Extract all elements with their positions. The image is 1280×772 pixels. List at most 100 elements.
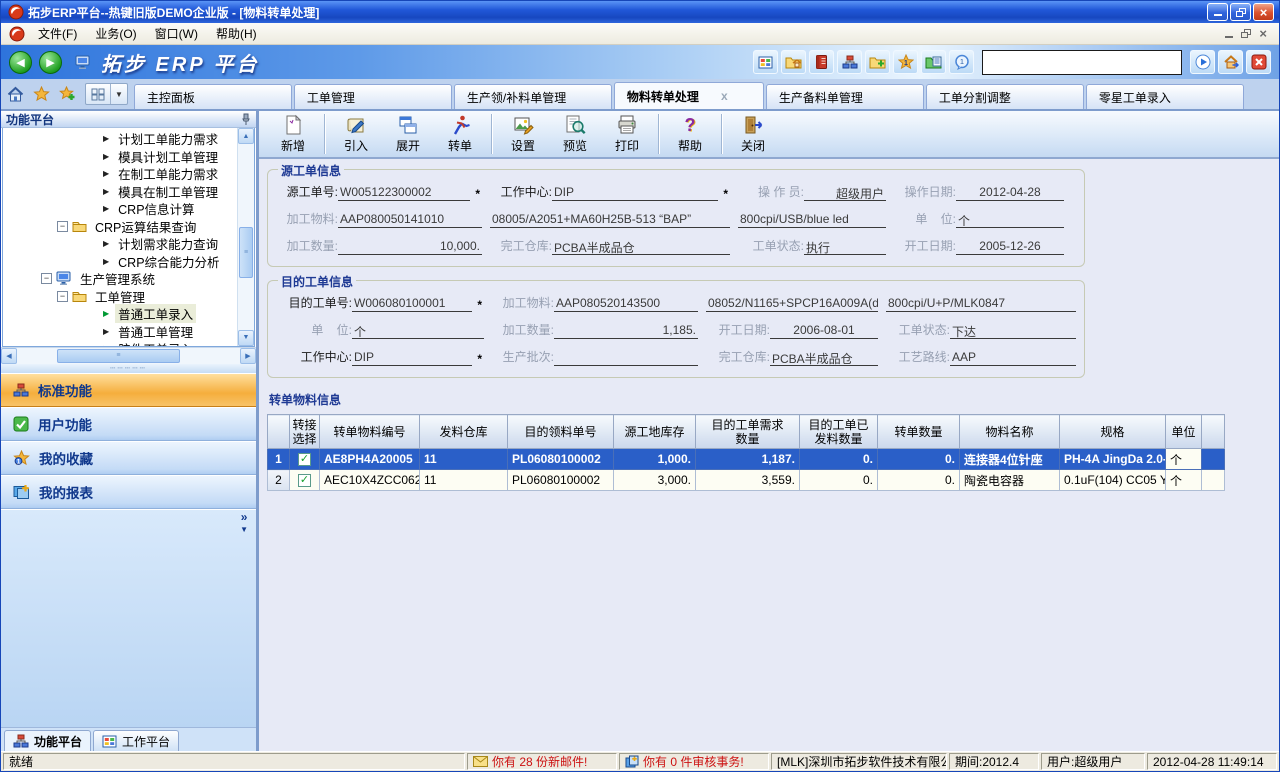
close-button[interactable]: ×: [1253, 3, 1274, 21]
star-badge-icon[interactable]: 1: [893, 50, 918, 74]
panel-标准功能[interactable]: 标准功能: [1, 373, 256, 407]
tree-item-工单管理[interactable]: −工单管理: [3, 288, 237, 306]
tab-生产领/补料单管理[interactable]: 生产领/补料单管理: [454, 84, 612, 109]
panel-用户功能[interactable]: 用户功能: [1, 407, 256, 441]
vertical-scroll-thumb[interactable]: ≡: [239, 227, 253, 277]
field-value[interactable]: 2006-08-01: [770, 323, 878, 339]
menu-item-1[interactable]: 业务(O): [86, 23, 145, 44]
toolbar-button-新增[interactable]: 新增: [267, 112, 319, 156]
column-header-unit[interactable]: 单位: [1166, 415, 1202, 449]
checkbox-checked-icon[interactable]: ✓: [298, 474, 311, 487]
mdi-close-button[interactable]: ×: [1259, 27, 1267, 40]
star-icon[interactable]: [33, 86, 50, 102]
column-header-demand[interactable]: 目的工单需求 数量: [696, 415, 800, 449]
field-value[interactable]: 个: [352, 323, 484, 339]
field-value[interactable]: 800cpi/U+P/MLK0847: [886, 296, 1076, 312]
toolbar-button-设置[interactable]: 设置: [497, 112, 549, 156]
sidebar-splitter[interactable]: ┄┄┄┄┄: [1, 364, 256, 373]
column-header-code[interactable]: 转单物料编号: [320, 415, 420, 449]
star-add-icon[interactable]: [59, 86, 76, 102]
field-value[interactable]: PCBA半成品仓: [770, 350, 878, 366]
org-chart-icon[interactable]: [837, 50, 862, 74]
horizontal-scroll-thumb[interactable]: ≡: [57, 349, 180, 363]
column-header-issued[interactable]: 目的工单已 发料数量: [800, 415, 878, 449]
field-value[interactable]: DIP: [352, 350, 472, 366]
field-value[interactable]: 执行: [804, 239, 886, 255]
folder-home-icon[interactable]: [781, 50, 806, 74]
field-value[interactable]: 下达: [950, 323, 1076, 339]
restore-button[interactable]: [1230, 3, 1251, 21]
field-value[interactable]: [554, 350, 698, 366]
folder-list-icon[interactable]: [921, 50, 946, 74]
column-header-transfer_qty[interactable]: 转单数量: [878, 415, 960, 449]
tree-item-CRP综合能力分析[interactable]: ▶CRP综合能力分析: [3, 253, 237, 271]
collapse-icon[interactable]: −: [57, 221, 68, 232]
forward-button[interactable]: ▶: [39, 51, 62, 74]
cell-checked[interactable]: ✓: [290, 470, 320, 491]
toolbar-button-预览[interactable]: 预览: [549, 112, 601, 156]
search-input[interactable]: [982, 50, 1182, 75]
scroll-down-icon[interactable]: ▼: [238, 330, 254, 346]
menu-item-3[interactable]: 帮助(H): [207, 23, 266, 44]
field-value[interactable]: W006080100001: [352, 296, 472, 312]
tab-主控面板[interactable]: 主控面板: [134, 84, 292, 109]
panel-overflow-button[interactable]: »▼: [240, 512, 248, 535]
tab-零星工单录入[interactable]: 零星工单录入: [1086, 84, 1244, 109]
column-header-spec[interactable]: 规格: [1060, 415, 1166, 449]
scroll-right-icon[interactable]: ▶: [240, 348, 256, 364]
tree-horizontal-scrollbar[interactable]: ◀ ≡ ▶: [1, 347, 256, 364]
collapse-icon[interactable]: −: [57, 291, 68, 302]
toolbar-button-关闭[interactable]: 关闭: [727, 112, 779, 156]
collapse-icon[interactable]: −: [41, 273, 52, 284]
column-header-stock[interactable]: 源工地库存: [614, 415, 696, 449]
field-value[interactable]: AAP080520143500: [554, 296, 698, 312]
column-header-pick_order[interactable]: 目的领料单号: [508, 415, 614, 449]
menu-item-2[interactable]: 窗口(W): [146, 23, 207, 44]
play-icon[interactable]: [1190, 50, 1215, 74]
scroll-up-icon[interactable]: ▲: [238, 128, 254, 144]
tree-item-模具在制工单管理[interactable]: ▶模具在制工单管理: [3, 183, 237, 201]
panel-我的收藏[interactable]: 1我的收藏: [1, 441, 256, 475]
toolbar-button-打印[interactable]: 打印: [601, 112, 653, 156]
close-red-icon[interactable]: [1246, 50, 1271, 74]
column-header-filler[interactable]: [1202, 415, 1225, 449]
field-value[interactable]: 08005/A2051+MA60H25B-513 “BAP”: [490, 212, 730, 228]
field-value[interactable]: 800cpi/USB/blue led: [738, 212, 886, 228]
field-value[interactable]: W005122300002: [338, 185, 470, 201]
home-exit-icon[interactable]: [1218, 50, 1243, 74]
tab-close-icon[interactable]: x: [721, 89, 728, 103]
tree-vertical-scrollbar[interactable]: ▲ ≡ ▼: [237, 128, 254, 346]
column-header-warehouse[interactable]: 发料仓库: [420, 415, 508, 449]
field-value[interactable]: AAP080050141010: [338, 212, 482, 228]
minimize-button[interactable]: [1207, 3, 1228, 21]
cell-checked[interactable]: ✓: [290, 449, 320, 470]
caret-down-icon[interactable]: ▼: [110, 84, 127, 104]
field-value[interactable]: 10,000.: [338, 239, 482, 255]
toolbar-button-帮助[interactable]: ??帮助: [664, 112, 716, 156]
bubble-icon[interactable]: 1: [949, 50, 974, 74]
mdi-restore-button[interactable]: [1241, 29, 1251, 38]
mdi-minimize-button[interactable]: [1225, 30, 1233, 38]
tree-item-胶件工单录入[interactable]: ▶胶件工单录入: [3, 340, 237, 346]
toolbar-button-引入[interactable]: 引入: [330, 112, 382, 156]
sidebar-tab-功能平台[interactable]: 功能平台: [4, 730, 91, 751]
book-icon[interactable]: [809, 50, 834, 74]
field-value[interactable]: AAP: [950, 350, 1076, 366]
column-header-checked[interactable]: 转接 选择: [290, 415, 320, 449]
scroll-left-icon[interactable]: ◀: [1, 348, 17, 364]
layout-grid-button[interactable]: ▼: [85, 83, 128, 105]
table-row[interactable]: 2✓AEC10X4ZCC062C11PL060801000023,000.3,5…: [268, 470, 1225, 491]
field-value[interactable]: 08052/N1165+SPCP16A009A(dice): [706, 296, 878, 312]
tab-工单管理[interactable]: 工单管理: [294, 84, 452, 109]
checkbox-checked-icon[interactable]: ✓: [298, 453, 311, 466]
column-header-name[interactable]: 物料名称: [960, 415, 1060, 449]
table-row[interactable]: 1✓AE8PH4A2000511PL060801000021,000.1,187…: [268, 449, 1225, 470]
tree-item-计划工单能力需求[interactable]: ▶计划工单能力需求: [3, 130, 237, 148]
status-mail[interactable]: 你有 28 份新邮件!: [467, 753, 617, 770]
tree-item-普通工单管理[interactable]: ▶普通工单管理: [3, 323, 237, 341]
folder-plus-icon[interactable]: [865, 50, 890, 74]
pin-icon[interactable]: [241, 113, 251, 126]
toolbar-button-展开[interactable]: 展开: [382, 112, 434, 156]
back-button[interactable]: ◀: [9, 51, 32, 74]
tree-item-CRP运算结果查询[interactable]: −CRP运算结果查询: [3, 218, 237, 236]
